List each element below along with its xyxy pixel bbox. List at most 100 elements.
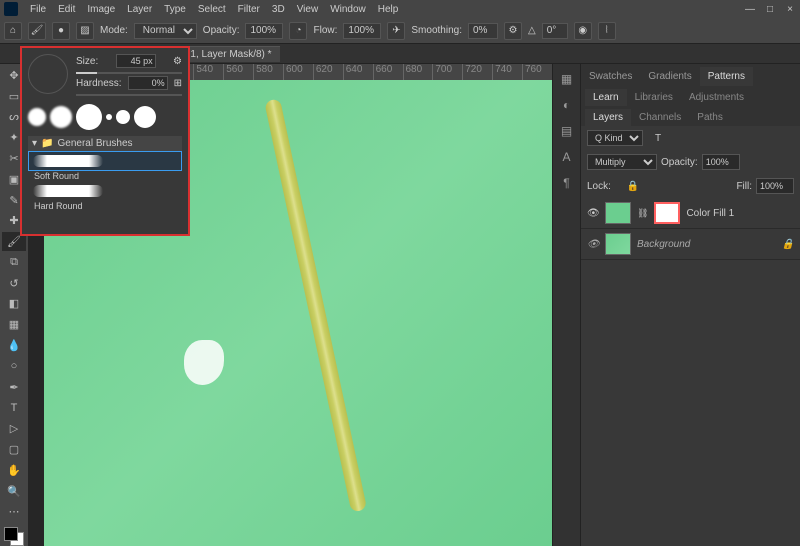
- layer-thumb[interactable]: [605, 233, 631, 255]
- lock-label: Lock:: [587, 181, 611, 192]
- menu-3d[interactable]: 3D: [266, 4, 291, 15]
- window-controls: — □ ×: [740, 0, 800, 18]
- menu-edit[interactable]: Edit: [52, 4, 81, 15]
- brush-preset[interactable]: [106, 114, 112, 120]
- zoom-tool[interactable]: 🔍: [2, 482, 26, 501]
- layer-row[interactable]: 👁 ⛓ Color Fill 1: [581, 198, 800, 229]
- angle-icon: △: [528, 25, 536, 36]
- tab-adjustments[interactable]: Adjustments: [681, 89, 752, 106]
- size-label: Size:: [76, 56, 98, 67]
- tab-libraries[interactable]: Libraries: [627, 89, 681, 106]
- paragraph-panel-icon[interactable]: ¶: [558, 174, 576, 192]
- color-swatches[interactable]: [4, 527, 24, 546]
- brush-preset[interactable]: [28, 108, 46, 126]
- menu-window[interactable]: Window: [324, 4, 372, 15]
- menu-view[interactable]: View: [291, 4, 325, 15]
- brush-preview[interactable]: [28, 54, 68, 94]
- tab-paths[interactable]: Paths: [689, 109, 731, 126]
- mode-label: Mode:: [100, 25, 128, 36]
- brush-settings-icon[interactable]: ▨: [76, 22, 94, 40]
- tab-swatches[interactable]: Swatches: [581, 67, 640, 86]
- collapsed-panels-bar: ▦ ◐ ▤ A ¶: [552, 64, 580, 546]
- tab-patterns[interactable]: Patterns: [700, 67, 753, 86]
- layer-name[interactable]: Color Fill 1: [686, 208, 734, 219]
- menu-help[interactable]: Help: [372, 4, 405, 15]
- brush-item-label: Hard Round: [28, 201, 182, 211]
- visibility-icon[interactable]: 👁: [587, 239, 599, 250]
- maximize-button[interactable]: □: [760, 0, 780, 18]
- brush-preset[interactable]: [50, 106, 72, 128]
- layer-name[interactable]: Background: [637, 239, 690, 250]
- type-tool[interactable]: T: [2, 399, 26, 418]
- layer-thumb[interactable]: [605, 202, 631, 224]
- menu-image[interactable]: Image: [81, 4, 121, 15]
- stamp-tool[interactable]: ⧉: [2, 253, 26, 272]
- chevron-down-icon: ▾: [32, 138, 37, 149]
- tab-learn[interactable]: Learn: [585, 89, 627, 106]
- path-tool[interactable]: ▷: [2, 419, 26, 438]
- color-panel-icon[interactable]: ▦: [558, 70, 576, 88]
- brush-tool-icon[interactable]: 🖌: [28, 22, 46, 40]
- gradient-tool[interactable]: ▦: [2, 315, 26, 334]
- opacity-input[interactable]: [245, 23, 283, 39]
- eraser-tool[interactable]: ◧: [2, 295, 26, 314]
- menu-select[interactable]: Select: [192, 4, 232, 15]
- brush-preset[interactable]: [134, 106, 156, 128]
- menu-file[interactable]: File: [24, 4, 52, 15]
- smoothing-input[interactable]: [468, 23, 498, 39]
- brush-item[interactable]: [28, 151, 182, 171]
- angle-input[interactable]: [542, 23, 568, 39]
- layer-mask-thumb[interactable]: [654, 202, 680, 224]
- flow-input[interactable]: [343, 23, 381, 39]
- pen-tool[interactable]: ✒: [2, 378, 26, 397]
- fill-input[interactable]: [756, 178, 794, 194]
- actions-panel-icon[interactable]: ▤: [558, 122, 576, 140]
- brush-preset-icon[interactable]: ●: [52, 22, 70, 40]
- smoothing-gear-icon[interactable]: ⚙: [504, 22, 522, 40]
- airbrush-icon[interactable]: ✈: [387, 22, 405, 40]
- shape-tool[interactable]: ▢: [2, 440, 26, 459]
- menu-layer[interactable]: Layer: [121, 4, 158, 15]
- foreground-color[interactable]: [4, 527, 18, 541]
- home-icon[interactable]: ⌂: [4, 22, 22, 40]
- blend-mode-select[interactable]: Multiply: [587, 154, 657, 170]
- tab-gradients[interactable]: Gradients: [640, 67, 699, 86]
- symmetry-icon[interactable]: ⦚: [598, 22, 616, 40]
- edit-toolbar[interactable]: ⋯: [2, 502, 26, 521]
- kind-select[interactable]: Q Kind: [587, 130, 643, 146]
- size-input[interactable]: [116, 54, 156, 68]
- mode-select[interactable]: Normal: [134, 23, 197, 39]
- brush-item[interactable]: [28, 181, 182, 201]
- group-header[interactable]: ▾ 📁 General Brushes: [28, 136, 182, 151]
- new-preset-icon[interactable]: ⊞: [174, 78, 182, 89]
- visibility-icon[interactable]: 👁: [587, 208, 599, 219]
- layer-opacity-input[interactable]: [702, 154, 740, 170]
- type-panel-icon[interactable]: A: [558, 148, 576, 166]
- close-button[interactable]: ×: [780, 0, 800, 18]
- gear-icon[interactable]: ⚙: [173, 56, 182, 67]
- hand-tool[interactable]: ✋: [2, 461, 26, 480]
- pressure-opacity-icon[interactable]: ◔: [289, 22, 307, 40]
- dodge-tool[interactable]: ○: [2, 357, 26, 376]
- link-icon[interactable]: ⛓: [637, 208, 648, 219]
- filter-type-icon[interactable]: T: [655, 133, 661, 144]
- menu-filter[interactable]: Filter: [232, 4, 266, 15]
- layers-list: 👁 ⛓ Color Fill 1 👁 Background 🔒: [581, 198, 800, 546]
- hardness-input[interactable]: [128, 76, 168, 90]
- tab-channels[interactable]: Channels: [631, 109, 689, 126]
- smoothing-label: Smoothing:: [411, 25, 462, 36]
- menu-type[interactable]: Type: [158, 4, 192, 15]
- history-brush-tool[interactable]: ↺: [2, 274, 26, 293]
- brush-preset[interactable]: [116, 110, 130, 124]
- lock-all-icon[interactable]: 🔒: [627, 181, 639, 192]
- minimize-button[interactable]: —: [740, 0, 760, 18]
- layer-row[interactable]: 👁 Background 🔒: [581, 229, 800, 260]
- brush-preset[interactable]: [76, 104, 102, 130]
- adjustments-panel-icon[interactable]: ◐: [558, 96, 576, 114]
- layer-filter-bar: Q Kind T: [581, 126, 800, 150]
- blur-tool[interactable]: 💧: [2, 336, 26, 355]
- layer-opacity-label: Opacity:: [661, 157, 698, 168]
- tab-layers[interactable]: Layers: [585, 109, 631, 126]
- pressure-size-icon[interactable]: ◉: [574, 22, 592, 40]
- brush-picker-panel: Size: ⚙ Hardness: ⊞ ▾ 📁 General Brushes …: [20, 46, 190, 236]
